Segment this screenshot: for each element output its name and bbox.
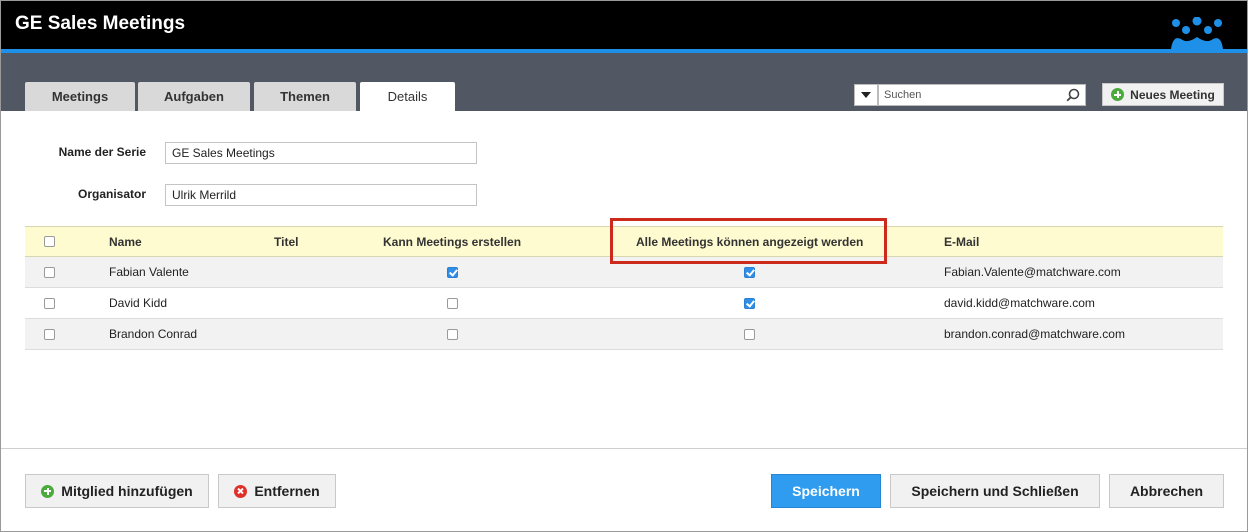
tab-details[interactable]: Details [360, 82, 455, 111]
matchware-logo-icon [1171, 17, 1223, 49]
series-name-field[interactable] [165, 142, 477, 164]
can-create-meetings-checkbox[interactable] [447, 328, 458, 340]
can-create-meetings-cell [447, 319, 458, 349]
table-row[interactable]: David Kidd david.kidd@matchware.com [25, 288, 1223, 319]
member-email: Fabian.Valente@matchware.com [944, 265, 1121, 279]
can-create-meetings-cell [447, 288, 458, 318]
member-name: Fabian Valente [109, 265, 189, 279]
can-view-all-meetings-cell [744, 319, 755, 349]
header-email[interactable]: E-Mail [944, 227, 979, 256]
tab-band: Meetings Aufgaben Themen Details Neues M… [1, 53, 1247, 111]
select-all-cell [44, 227, 55, 256]
table-body: Fabian Valente Fabian.Valente@matchware.c… [25, 257, 1223, 350]
remove-label: Entfernen [254, 483, 320, 499]
tab-aufgaben[interactable]: Aufgaben [138, 82, 250, 111]
can-create-meetings-checkbox[interactable] [447, 266, 458, 278]
can-create-meetings-checkbox[interactable] [447, 297, 458, 309]
header-can-create[interactable]: Kann Meetings erstellen [383, 227, 521, 256]
row-select-checkbox[interactable] [44, 297, 55, 309]
can-create-meetings-cell [447, 257, 458, 287]
row-select-cell [44, 319, 55, 349]
member-name: Brandon Conrad [109, 327, 198, 341]
series-name-label: Name der Serie [58, 145, 146, 159]
cancel-label: Abbrechen [1129, 483, 1204, 499]
tab-label: Details [387, 89, 428, 104]
member-name: David Kidd [109, 296, 168, 310]
tab-themen[interactable]: Themen [254, 82, 356, 111]
member-email: brandon.conrad@matchware.com [944, 327, 1125, 341]
plus-icon [1111, 88, 1125, 101]
footer-divider [1, 448, 1247, 449]
table-row[interactable]: Brandon Conrad brandon.conrad@matchware.c… [25, 319, 1223, 350]
search-icon[interactable] [1066, 88, 1080, 102]
app-title: GE Sales Meetings [15, 13, 186, 34]
save-and-close-button[interactable]: Speichern und Schließen [890, 474, 1100, 508]
cancel-button[interactable]: Abbrechen [1109, 474, 1224, 508]
tab-meetings[interactable]: Meetings [25, 82, 135, 111]
remove-icon [234, 484, 248, 498]
row-select-cell [44, 257, 55, 287]
add-member-label: Mitglied hinzufügen [61, 483, 193, 499]
header-title[interactable]: Titel [274, 227, 298, 256]
new-meeting-button[interactable]: Neues Meeting [1102, 83, 1224, 106]
member-email: david.kidd@matchware.com [944, 296, 1095, 310]
tab-label: Meetings [51, 89, 109, 104]
save-and-close-label: Speichern und Schließen [911, 483, 1079, 499]
can-view-all-meetings-checkbox[interactable] [744, 297, 755, 309]
title-bar: GE Sales Meetings [1, 1, 1247, 49]
tab-label: Aufgaben [164, 89, 224, 104]
header-name[interactable]: Name [109, 227, 142, 256]
organizer-field[interactable] [165, 184, 477, 206]
new-meeting-label: Neues Meeting [1130, 87, 1215, 102]
tab-label: Themen [280, 89, 330, 104]
add-member-button[interactable]: Mitglied hinzufügen [25, 474, 209, 508]
select-all-checkbox[interactable] [44, 236, 55, 247]
can-view-all-meetings-checkbox[interactable] [744, 328, 755, 340]
save-button[interactable]: Speichern [771, 474, 881, 508]
organizer-label: Organisator [77, 187, 146, 201]
highlight-box [610, 218, 887, 264]
chevron-down-icon [861, 92, 871, 98]
row-select-checkbox[interactable] [44, 328, 55, 340]
plus-icon [41, 484, 55, 498]
row-select-checkbox[interactable] [44, 266, 55, 278]
save-label: Speichern [792, 483, 860, 499]
can-view-all-meetings-checkbox[interactable] [744, 266, 755, 278]
can-view-all-meetings-cell [744, 288, 755, 318]
search-scope-dropdown[interactable] [854, 84, 878, 106]
row-select-cell [44, 288, 55, 318]
remove-button[interactable]: Entfernen [218, 474, 336, 508]
search-input[interactable] [878, 84, 1086, 106]
